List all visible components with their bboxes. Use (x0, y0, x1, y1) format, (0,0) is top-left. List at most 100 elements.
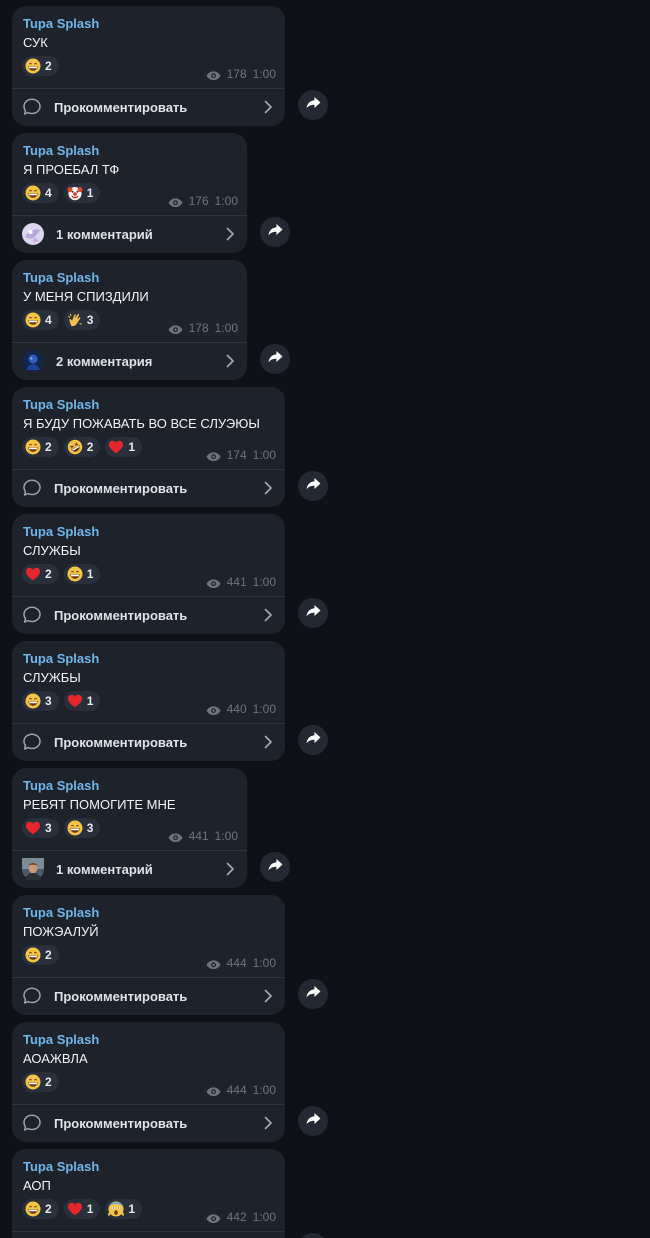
reaction-chip[interactable]: 2 (22, 56, 59, 76)
reaction-count: 4 (45, 313, 52, 327)
post-author[interactable]: Tupa Splash (23, 143, 99, 158)
comment-icon (22, 1113, 42, 1133)
grin-emoji (25, 185, 41, 201)
reaction-count: 3 (45, 821, 52, 835)
reaction-count: 1 (128, 440, 136, 454)
leave-comment-button[interactable]: Прокомментировать (12, 1232, 285, 1238)
post-author[interactable]: Tupa Splash (23, 651, 99, 666)
view-comments-button[interactable]: 1 комментарий (12, 851, 247, 887)
leave-comment-button[interactable]: Прокомментировать (12, 978, 285, 1014)
post-author[interactable]: Tupa Splash (23, 397, 99, 412)
post-text: СЛУЖБЫ (23, 670, 81, 685)
view-count: 440 (226, 702, 247, 716)
leave-comment-button[interactable]: Прокомментировать (12, 597, 285, 633)
share-button[interactable] (298, 1106, 328, 1136)
channel-post: Tupa Splash АОП 2 1 1 442 1:00 Прокомментироват… (12, 1149, 328, 1238)
reaction-chip[interactable]: 1 (105, 1199, 143, 1219)
eye-icon (168, 323, 183, 334)
grin-emoji (67, 566, 83, 582)
eye-icon (206, 704, 221, 715)
post-author[interactable]: Tupa Splash (23, 1159, 99, 1174)
view-count: 444 (226, 956, 247, 970)
message-bubble: Tupa Splash ПОЖЭАЛУЙ 2 444 1:00 Прокомментиро… (12, 895, 285, 1015)
channel-post: Tupa Splash СУК 2 178 1:00 Прокомментировать (12, 6, 328, 126)
reaction-chip[interactable]: 2 (22, 945, 59, 965)
reactions-bar: 2 (22, 56, 59, 76)
message-bubble: Tupa Splash СУК 2 178 1:00 Прокомментировать (12, 6, 285, 126)
message-bubble: Tupa Splash У МЕНЯ СПИЗДИЛИ 4 3 178 1:00 2 ком… (12, 260, 247, 380)
post-meta: 174 1:00 (206, 448, 276, 462)
reaction-chip[interactable]: 1 (63, 183, 101, 203)
share-button[interactable] (298, 471, 328, 501)
reaction-chip[interactable]: 3 (63, 818, 101, 838)
reaction-chip[interactable]: 2 (63, 437, 101, 457)
post-text: У МЕНЯ СПИЗДИЛИ (23, 289, 149, 304)
reaction-count: 1 (86, 694, 94, 708)
comment-label: Прокомментировать (54, 607, 188, 623)
share-button[interactable] (298, 90, 328, 120)
reaction-chip[interactable]: 3 (22, 818, 59, 838)
post-time: 1:00 (252, 575, 276, 589)
view-comments-button[interactable]: 1 комментарий (12, 216, 247, 252)
reaction-chip[interactable]: 2 (22, 564, 59, 584)
reaction-count: 2 (45, 948, 52, 962)
share-button[interactable] (260, 852, 290, 882)
share-button[interactable] (298, 598, 328, 628)
share-button[interactable] (260, 344, 290, 374)
post-text: РЕБЯТ ПОМОГИТЕ МНЕ (23, 797, 176, 812)
channel-post: Tupa Splash Я ПРОЕБАЛ ТФ 4 1 176 1:00 1 коммен… (12, 133, 290, 253)
reaction-count: 3 (86, 821, 94, 835)
reaction-chip[interactable]: 1 (63, 564, 101, 584)
reaction-chip[interactable]: 2 (22, 437, 59, 457)
eye-icon (206, 958, 221, 969)
reaction-chip[interactable]: 4 (22, 183, 59, 203)
share-button[interactable] (298, 979, 328, 1009)
post-meta: 440 1:00 (206, 702, 276, 716)
reaction-chip[interactable]: 2 (22, 1072, 59, 1092)
leave-comment-button[interactable]: Прокомментировать (12, 724, 285, 760)
message-bubble: Tupa Splash Я БУДУ ПОЖАВАТЬ ВО ВСЕ СЛУЭЮЫ… (12, 387, 285, 507)
share-button[interactable] (298, 1233, 328, 1238)
post-author[interactable]: Tupa Splash (23, 524, 99, 539)
post-text: Я ПРОЕБАЛ ТФ (23, 162, 120, 177)
post-time: 1:00 (252, 702, 276, 716)
share-button[interactable] (298, 725, 328, 755)
reaction-count: 2 (45, 1202, 52, 1216)
post-author[interactable]: Tupa Splash (23, 16, 99, 31)
post-meta: 441 1:00 (206, 575, 276, 589)
post-text: СУК (23, 35, 48, 50)
share-icon (267, 856, 284, 878)
view-count: 441 (188, 829, 209, 843)
channel-post: Tupa Splash СЛУЖБЫ 3 1 440 1:00 Прокомментиров… (12, 641, 328, 761)
post-author[interactable]: Tupa Splash (23, 270, 99, 285)
post-author[interactable]: Tupa Splash (23, 778, 99, 793)
reaction-chip[interactable]: 3 (63, 310, 101, 330)
eye-icon (206, 1085, 221, 1096)
chevron-right-icon (225, 862, 235, 876)
leave-comment-button[interactable]: Прокомментировать (12, 1105, 285, 1141)
grin-emoji (25, 58, 41, 74)
share-icon (305, 94, 322, 116)
chevron-right-icon (263, 608, 273, 622)
post-author[interactable]: Tupa Splash (23, 1032, 99, 1047)
commenter-avatar (22, 223, 44, 245)
post-author[interactable]: Tupa Splash (23, 905, 99, 920)
reaction-chip[interactable]: 1 (105, 437, 143, 457)
leave-comment-button[interactable]: Прокомментировать (12, 470, 285, 506)
clap-emoji (67, 312, 83, 328)
view-count: 178 (226, 67, 247, 81)
share-button[interactable] (260, 217, 290, 247)
reaction-chip[interactable]: 4 (22, 310, 59, 330)
reaction-chip[interactable]: 3 (22, 691, 59, 711)
commenter-avatar (22, 350, 44, 372)
post-meta: 178 1:00 (206, 67, 276, 81)
view-comments-button[interactable]: 2 комментария (12, 343, 247, 379)
reaction-count: 1 (86, 567, 94, 581)
reaction-count: 4 (45, 186, 52, 200)
reaction-chip[interactable]: 1 (63, 691, 101, 711)
leave-comment-button[interactable]: Прокомментировать (12, 89, 285, 125)
reaction-chip[interactable]: 2 (22, 1199, 59, 1219)
reaction-chip[interactable]: 1 (63, 1199, 101, 1219)
share-icon (305, 983, 322, 1005)
post-time: 1:00 (214, 829, 238, 843)
